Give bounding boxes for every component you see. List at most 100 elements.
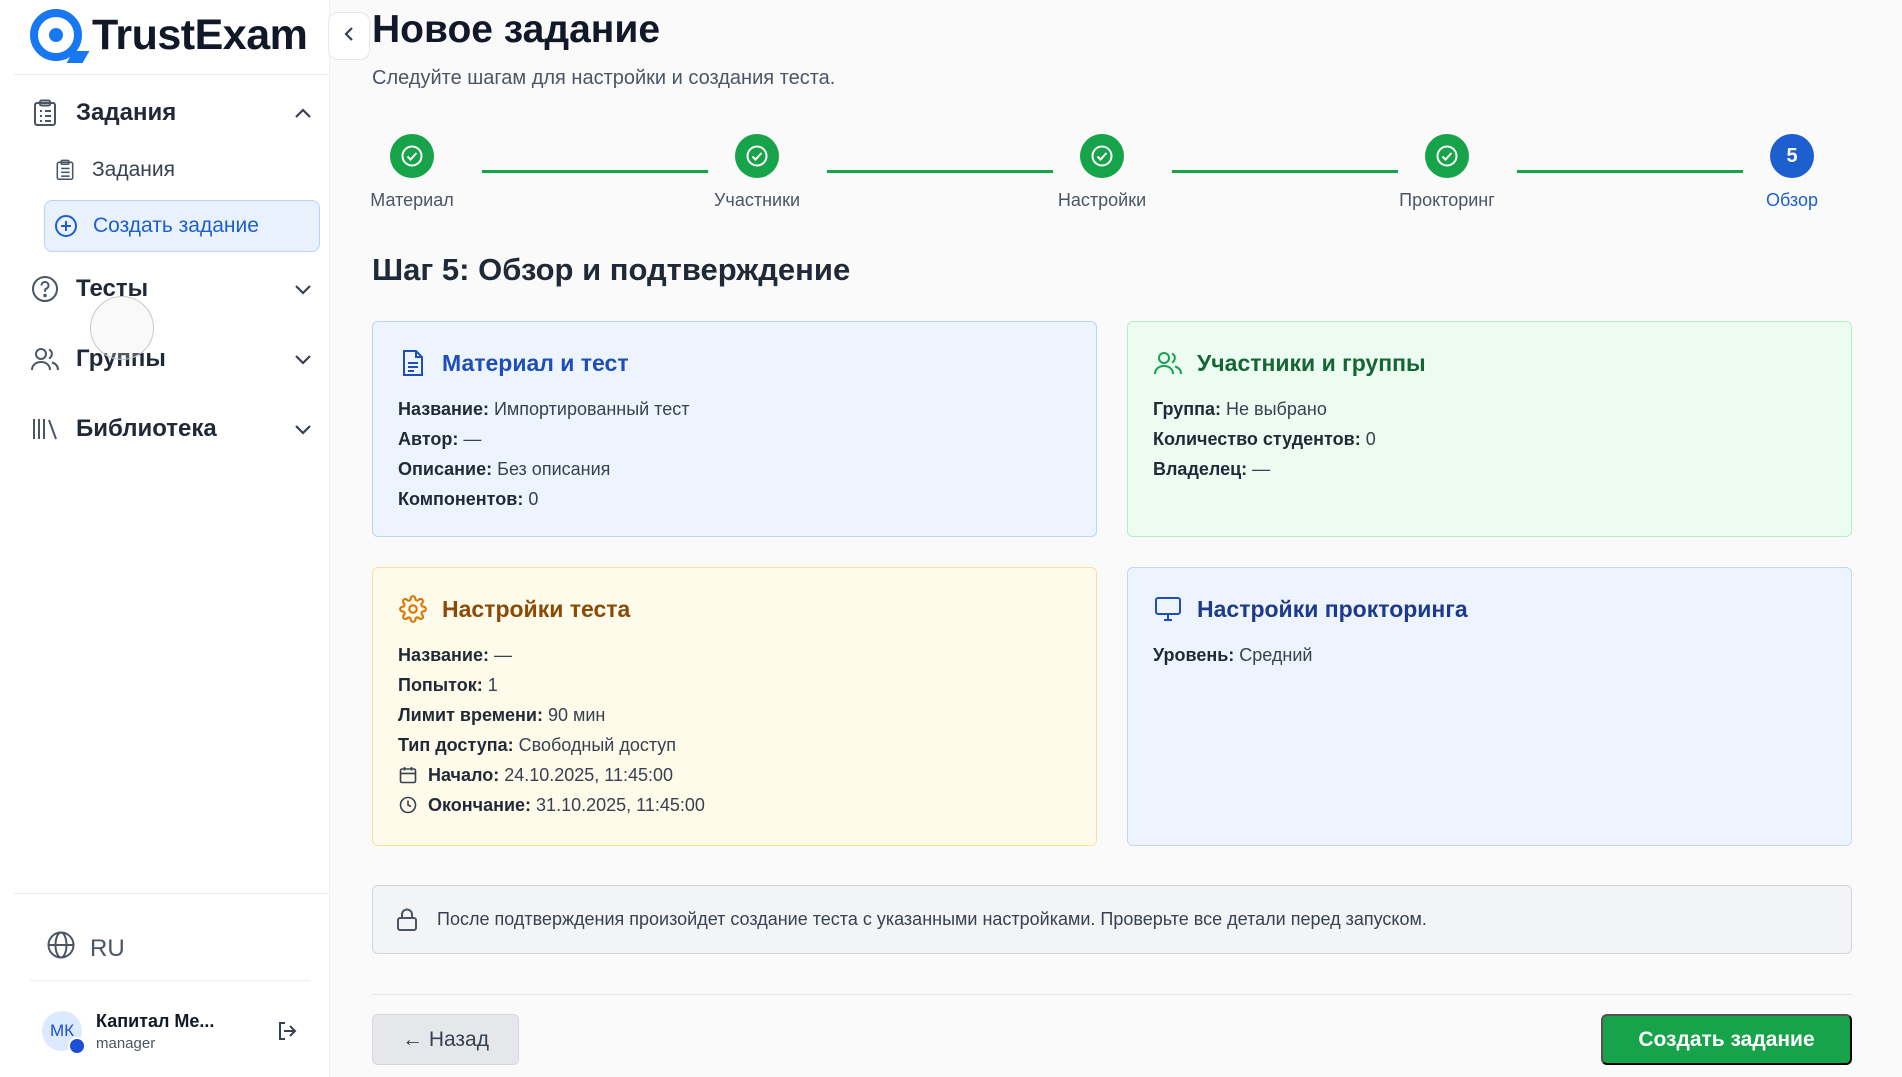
- info-row: Начало: 24.10.2025, 11:45:00: [398, 760, 1071, 790]
- step-connector: [1172, 170, 1398, 173]
- calendar-icon: [398, 765, 418, 785]
- create-assignment-button[interactable]: Создать задание: [1601, 1014, 1852, 1065]
- step-label: Обзор: [1766, 190, 1818, 210]
- sidebar-collapse-button[interactable]: [328, 12, 370, 60]
- card-test-settings: Настройки теста Название: — Попыток: 1 Лим…: [372, 567, 1097, 846]
- user-role: manager: [96, 1034, 156, 1052]
- sidebar-group-tests[interactable]: Тесты: [30, 266, 316, 312]
- sidebar-group-label: Задания: [76, 99, 177, 126]
- row-label: Начало:: [428, 765, 500, 785]
- info-row: Окончание: 31.10.2025, 11:45:00: [398, 790, 1071, 820]
- page-subtitle: Следуйте шагам для настройки и создания …: [372, 67, 836, 89]
- step-settings[interactable]: Настройки: [1042, 134, 1162, 211]
- step-review[interactable]: 5 Обзор: [1732, 134, 1852, 211]
- language-label: RU: [90, 934, 125, 962]
- step-label: Участники: [714, 190, 800, 210]
- row-label: Количество студентов:: [1153, 429, 1361, 449]
- info-row: Компонентов: 0: [398, 484, 1071, 514]
- row-label: Владелец:: [1153, 459, 1248, 479]
- language-switcher[interactable]: RU: [46, 930, 125, 967]
- library-icon: [30, 414, 60, 444]
- info-row: Тип доступа: Свободный доступ: [398, 730, 1071, 760]
- row-label: Уровень:: [1153, 645, 1235, 665]
- card-header: Материал и тест: [398, 348, 1071, 378]
- globe-icon: [46, 930, 76, 967]
- row-label: Название:: [398, 399, 489, 419]
- card-title: Настройки прокторинга: [1197, 595, 1468, 622]
- step-connector: [827, 170, 1053, 173]
- row-value: 24.10.2025, 11:45:00: [504, 765, 674, 785]
- check-circle-icon: [1425, 134, 1469, 178]
- check-circle-icon: [390, 134, 434, 178]
- confirmation-notice: После подтверждения произойдет создание …: [372, 885, 1852, 954]
- info-row: Уровень: Средний: [1153, 640, 1826, 670]
- info-row: Название: —: [398, 640, 1071, 670]
- row-label: Лимит времени:: [398, 705, 543, 725]
- sidebar-group-label: Библиотека: [76, 415, 217, 442]
- info-row: Владелец: —: [1153, 454, 1826, 484]
- avatar: МК: [42, 1011, 86, 1055]
- info-row: Автор: —: [398, 424, 1071, 454]
- info-row: Попыток: 1: [398, 670, 1071, 700]
- user-info: Капитал Ме... manager: [96, 1011, 272, 1052]
- step-heading: Шаг 5: Обзор и подтверждение: [372, 252, 851, 287]
- chevron-down-icon: [294, 279, 316, 300]
- logout-icon[interactable]: [272, 1016, 302, 1046]
- card-participants: Участники и группы Группа: Не выбрано Кол…: [1127, 321, 1852, 537]
- question-circle-icon: [30, 274, 60, 304]
- sidebar-divider: [14, 74, 330, 75]
- info-row: Описание: Без описания: [398, 454, 1071, 484]
- user-name: Капитал Ме...: [96, 1010, 215, 1031]
- document-icon: [398, 348, 428, 378]
- info-row: Лимит времени: 90 мин: [398, 700, 1071, 730]
- step-label: Настройки: [1057, 190, 1147, 210]
- card-header: Настройки прокторинга: [1153, 594, 1826, 624]
- notice-text: После подтверждения произойдет создание …: [437, 909, 1427, 929]
- step-label: Материал: [370, 190, 454, 210]
- step-connector: [482, 170, 708, 173]
- step-label: Прокторинг: [1399, 190, 1495, 210]
- row-label: Название:: [398, 645, 489, 665]
- monitor-icon: [1153, 594, 1183, 624]
- card-header: Настройки теста: [398, 594, 1071, 624]
- sidebar-item-assignments[interactable]: Задания: [44, 145, 320, 195]
- mouse-cursor-indicator: [90, 296, 154, 360]
- chevron-down-icon: [294, 349, 316, 370]
- brand-logo[interactable]: TrustExam: [30, 8, 308, 63]
- user-badge-icon: [68, 1037, 86, 1055]
- sidebar-item-create-assignment[interactable]: Создать задание: [44, 200, 320, 252]
- chevron-down-icon: [294, 419, 316, 440]
- row-value: 31.10.2025, 11:45:00: [536, 795, 705, 815]
- row-label: Окончание:: [428, 795, 532, 815]
- row-value: Не выбрано: [1226, 399, 1327, 419]
- gear-icon: [398, 594, 428, 624]
- user-profile[interactable]: МК Капитал Ме... manager: [42, 1003, 302, 1059]
- row-value: —: [1252, 459, 1271, 479]
- step-connector: [1517, 170, 1743, 173]
- row-value: Без описания: [497, 459, 611, 479]
- row-value: Импортированный тест: [493, 399, 690, 419]
- info-row: Название: Импортированный тест: [398, 394, 1071, 424]
- card-title: Настройки теста: [442, 595, 631, 622]
- row-value: 0: [528, 489, 539, 509]
- back-button[interactable]: ← Назад: [372, 1014, 519, 1065]
- row-label: Описание:: [398, 459, 493, 479]
- footer-divider: [372, 994, 1852, 995]
- sidebar-divider: [14, 893, 330, 894]
- brand-name: TrustExam: [92, 10, 308, 59]
- users-icon: [1153, 348, 1183, 378]
- row-label: Автор:: [398, 429, 459, 449]
- step-proctoring[interactable]: Прокторинг: [1387, 134, 1507, 211]
- step-participants[interactable]: Участники: [697, 134, 817, 211]
- sidebar-group-library[interactable]: Библиотека: [30, 406, 316, 452]
- logo-icon: [30, 9, 90, 63]
- sidebar-group-assignments[interactable]: Задания: [30, 90, 316, 136]
- row-label: Тип доступа:: [398, 735, 514, 755]
- card-title: Участники и группы: [1197, 349, 1426, 376]
- sidebar-group-groups[interactable]: Группы: [30, 336, 316, 382]
- step-material[interactable]: Материал: [352, 134, 472, 211]
- chevron-up-icon: [294, 103, 316, 124]
- row-label: Попыток:: [398, 675, 483, 695]
- users-icon: [30, 344, 60, 374]
- step-number: 5: [1770, 134, 1814, 178]
